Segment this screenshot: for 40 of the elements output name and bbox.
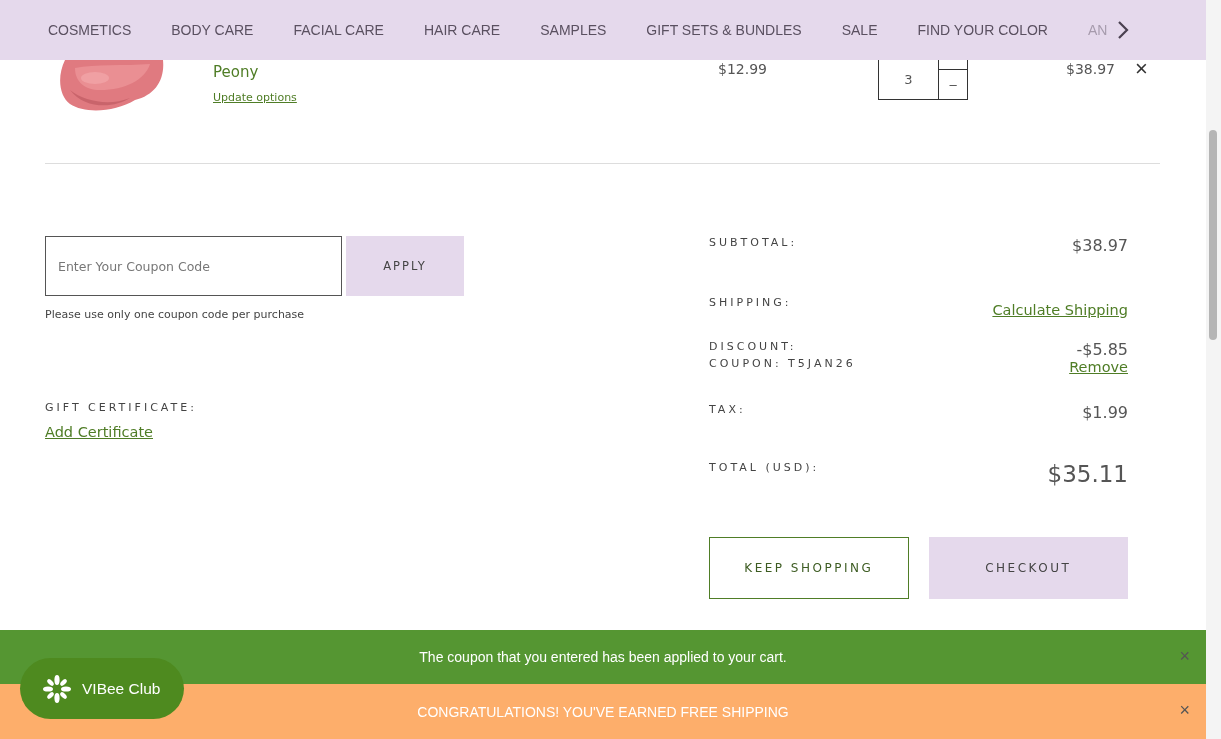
remove-coupon-link[interactable]: Remove bbox=[1069, 359, 1128, 375]
banner-message: The coupon that you entered has been applied to your cart. bbox=[419, 649, 787, 665]
nav-link[interactable]: FIND YOUR COLOR bbox=[917, 22, 1048, 38]
coupon-note: Please use only one coupon code per purchase bbox=[45, 308, 305, 321]
remove-item-button[interactable]: × bbox=[1135, 60, 1148, 78]
add-certificate-link[interactable]: Add Certificate bbox=[45, 424, 153, 440]
quantity-stepper[interactable]: 3 – bbox=[878, 60, 968, 100]
coupon-code-field[interactable]: Enter Your Coupon Code bbox=[45, 236, 342, 296]
scrollbar[interactable] bbox=[1206, 0, 1221, 739]
chevron-right-icon[interactable] bbox=[1117, 20, 1130, 40]
nav-link[interactable]: BODY CARE bbox=[171, 22, 254, 38]
unit-price: $12.99 bbox=[718, 61, 767, 77]
checkout-button[interactable]: CHECKOUT bbox=[928, 537, 1128, 599]
nav-link[interactable]: SALE bbox=[841, 22, 878, 38]
summary-label: DISCOUNT: bbox=[709, 340, 798, 353]
keep-shopping-button[interactable]: KEEP SHOPPING bbox=[709, 537, 909, 599]
product-name: Peony bbox=[213, 63, 260, 81]
nav-link[interactable]: SAMPLES bbox=[540, 22, 607, 38]
summary-label: SUBTOTAL: bbox=[709, 236, 798, 249]
summary-label: TAX: bbox=[709, 403, 746, 416]
coupon-label: COUPON: T5JAN26 bbox=[709, 357, 856, 370]
summary-label: SHIPPING: bbox=[709, 296, 792, 309]
total-amount: $35.11 bbox=[1047, 461, 1128, 487]
summary-label: TOTAL (USD): bbox=[709, 461, 820, 474]
summary-amount: $1.99 bbox=[1082, 403, 1128, 422]
summary-amount: -$5.85 bbox=[1076, 340, 1128, 359]
line-total: $38.97 bbox=[1066, 61, 1115, 77]
gift-certificate-label: GIFT CERTIFICATE: bbox=[45, 401, 197, 414]
calculate-shipping-link[interactable]: Calculate Shipping bbox=[992, 302, 1128, 318]
nav-link[interactable]: COSMETICS bbox=[48, 22, 132, 38]
club-button[interactable]: VIBee Club bbox=[20, 658, 184, 719]
close-button[interactable]: × bbox=[1179, 701, 1190, 719]
flower-icon bbox=[42, 673, 72, 704]
apply-button[interactable]: APPLY bbox=[346, 236, 464, 296]
nav-link[interactable]: GIFT SETS & BUNDLES bbox=[646, 22, 802, 38]
nav-link[interactable]: HAIR CARE bbox=[423, 22, 501, 38]
nav-link[interactable]: FACIAL CARE bbox=[293, 22, 384, 38]
summary-amount: $38.97 bbox=[1072, 236, 1128, 255]
banner-message: CONGRATULATIONS! YOU'VE EARNED FREE SHIPPING bbox=[417, 703, 789, 720]
update-options-link[interactable]: Update options bbox=[213, 91, 297, 104]
